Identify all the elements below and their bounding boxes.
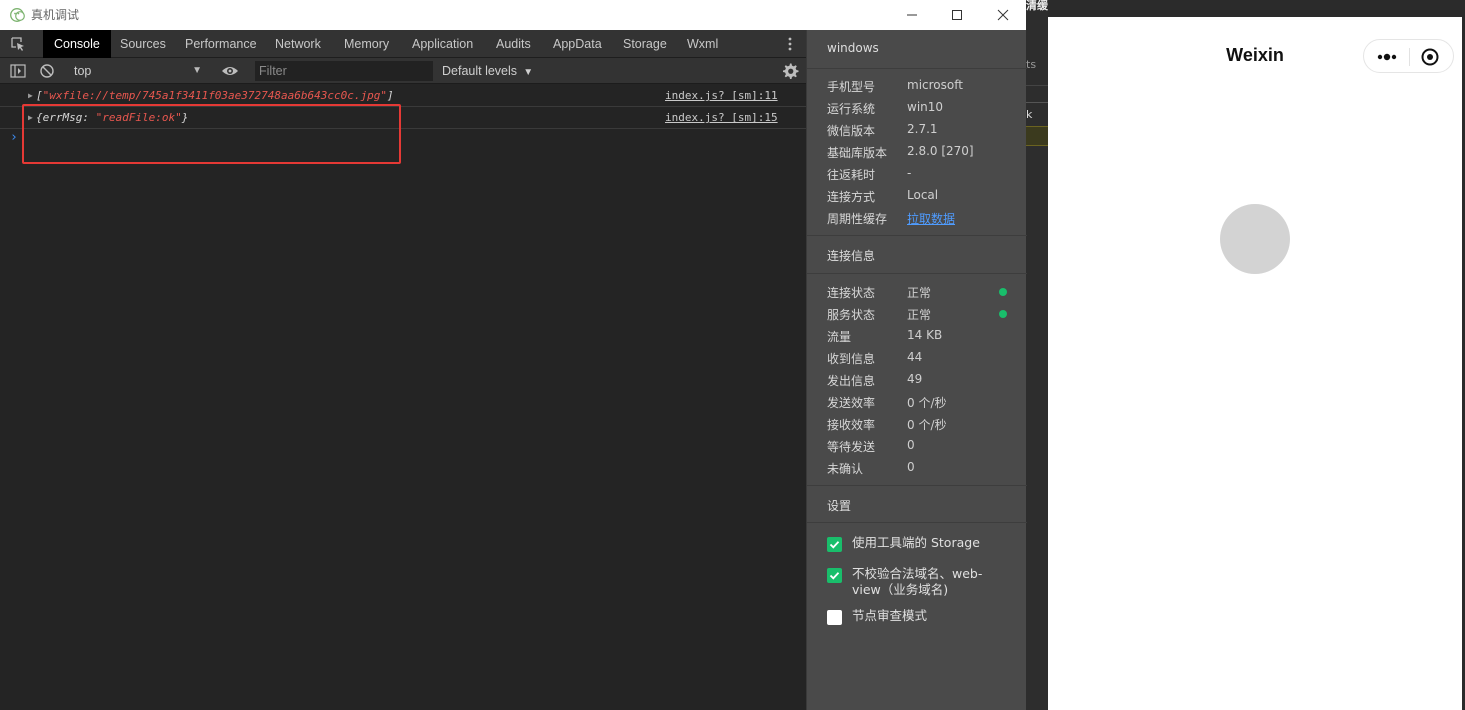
toggle-sidebar-icon[interactable] [10,63,26,79]
clear-console-icon[interactable] [39,63,55,79]
log-source-link[interactable]: index.js? [sm]:15 [665,107,778,128]
more-dots-icon[interactable] [1374,47,1400,67]
context-selector[interactable]: top ▼ [66,61,208,81]
tab-performance[interactable]: Performance [185,30,257,58]
connection-info-row: 等待发送 0 [827,438,915,454]
eye-icon[interactable] [221,63,239,79]
fetch-data-link[interactable]: 拉取数据 [907,210,955,227]
connection-info-row: 接收效率 0 个/秒 [827,418,947,432]
log-source-link[interactable]: index.js? [sm]:11 [665,85,778,106]
log-message: ["wxfile://temp/745a1f3411f03ae372748aa6… [36,89,394,102]
capsule-divider [1409,48,1410,66]
log-levels-value: Default levels [442,64,518,78]
connection-info-row: 流量 14 KB [827,328,943,344]
device-info-row: 基础库版本 2.8.0 [270] [827,144,974,160]
tab-console[interactable]: Console [43,30,111,58]
settings-section-title: 设置 [827,499,852,513]
checkbox-label: 不校验合法域名、web-view（业务域名) [852,566,983,597]
device-info-row: 往返耗时 - [827,166,912,182]
wechat-devtools-icon [10,8,25,22]
background-divider [1026,85,1048,86]
chevron-down-icon: ▼ [192,65,202,76]
checkbox-label: 使用工具端的 Storage [852,535,980,550]
device-info-row: 微信版本 2.7.1 [827,122,938,138]
tab-storage[interactable]: Storage [623,30,667,58]
tab-sources[interactable]: Sources [120,30,166,58]
remote-debug-window: 真机调试 Console Sources Performance Network… [0,0,1027,710]
background-app-label: 清缓存 [1026,0,1048,12]
log-levels-dropdown[interactable]: Default levels ▼ [442,61,533,81]
divider [807,235,1027,236]
chevron-down-icon: ▼ [520,67,534,78]
window-titlebar[interactable]: 真机调试 [0,0,1026,30]
device-title: windows [827,41,879,55]
minimize-icon [907,14,917,16]
connection-info-row: 发出信息 49 [827,372,923,388]
divider [807,273,1027,274]
close-mini-program-icon[interactable] [1420,47,1440,67]
mini-program-capsule [1363,39,1454,73]
device-info-row: 连接方式 Local [827,188,939,204]
background-warning-row [1026,126,1048,146]
divider [807,522,1027,523]
minimize-button[interactable] [889,0,935,30]
console-prompt[interactable]: › [10,130,18,145]
maximize-button[interactable] [934,0,980,30]
tab-application[interactable]: Application [412,30,473,58]
gear-icon[interactable] [781,62,799,80]
red-highlight-box [22,104,401,164]
connection-section-title: 连接信息 [827,249,876,263]
close-window-button[interactable] [980,0,1026,30]
connection-info-row: 服务状态 正常 [827,306,1027,328]
window-title: 真机调试 [31,8,80,22]
device-info-row: 手机型号 microsoft [827,78,963,94]
console-toolbar: top ▼ Default levels ▼ [0,58,806,84]
maximize-icon [952,10,962,20]
connection-info-row: 发送效率 0 个/秒 [827,396,947,410]
checkbox-label: 节点审查模式 [852,608,928,623]
tab-wxml[interactable]: Wxml [687,30,718,58]
checkbox-checked[interactable] [827,568,842,583]
tab-appdata[interactable]: AppData [553,30,602,58]
expand-triangle-icon[interactable]: ▶ [28,85,33,106]
screen: 清缓存 ts k 真机调试 [0,0,1465,710]
context-selector-value: top [74,64,92,78]
tab-audits[interactable]: Audits [496,30,531,58]
check-icon [829,572,840,580]
device-info-panel: windows 手机型号 microsoft 运行系统 win10 微信版本 2.7.… [806,30,1027,710]
connection-info-row: 连接状态 正常 [827,284,1027,306]
inspect-element-icon[interactable] [10,36,26,52]
background-app-partial-label: ts [1026,58,1037,71]
avatar[interactable] [1220,204,1290,274]
tab-network[interactable]: Network [275,30,321,58]
status-dot [999,288,1007,296]
background-divider [1026,102,1048,103]
console-filter-input[interactable] [255,61,433,81]
device-info-row: 运行系统 win10 [827,100,944,116]
tab-memory[interactable]: Memory [344,30,389,58]
divider [807,68,1027,69]
checkbox-checked[interactable] [827,537,842,552]
connection-info-row: 未确认 0 [827,460,915,476]
background-app-strip: 清缓存 ts k [1026,0,1048,710]
status-dot [999,310,1007,318]
device-info-row: 周期性缓存 拉取数据 [827,210,956,227]
close-icon [997,9,1009,21]
phone-preview: Weixin [1048,17,1462,710]
divider [807,485,1027,486]
devtools-tab-bar: Console Sources Performance Network Memo… [0,30,806,58]
check-icon [829,541,840,549]
connection-info-row: 收到信息 44 [827,350,923,366]
more-options-icon[interactable] [786,36,794,52]
console-output[interactable]: ▶ ["wxfile://temp/745a1f3411f03ae372748a… [0,85,806,710]
checkbox-unchecked[interactable] [827,610,842,625]
